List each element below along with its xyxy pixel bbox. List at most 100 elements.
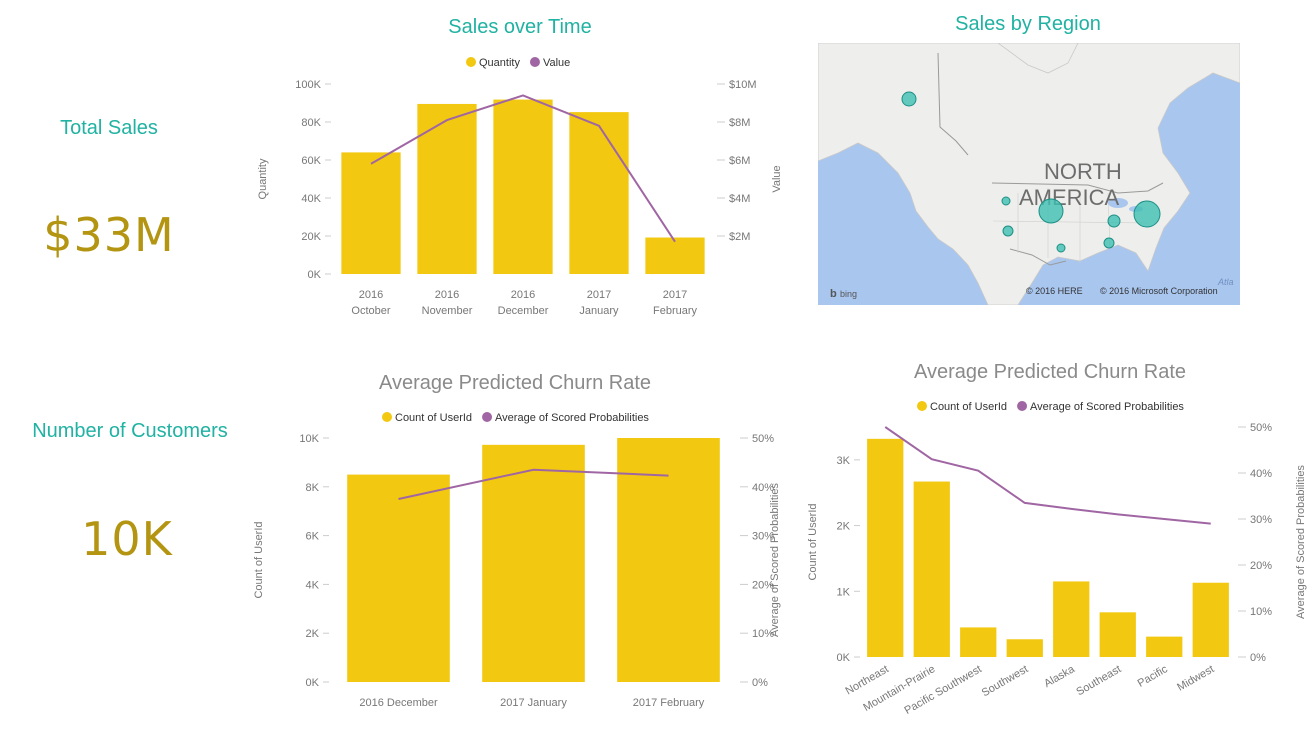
y2-axis-title: Average of Scored Probabilities (1295, 465, 1307, 619)
bar-1[interactable] (913, 481, 950, 657)
y-tick-label: 0K (308, 269, 322, 281)
legend-marker-1 (482, 412, 493, 422)
x-tick-label: 2016 (435, 289, 459, 301)
y-tick-label: 8K (306, 482, 320, 494)
region-bubble-northeast[interactable] (1133, 200, 1161, 228)
y2-tick-label: 50% (752, 433, 774, 445)
y-tick-label: 20K (301, 231, 321, 243)
x-tick-label: November (422, 305, 473, 317)
legend-label-1: Average of Scored Probabilities (1030, 401, 1184, 413)
bar-2[interactable] (960, 627, 997, 657)
x-tick-label: December (498, 305, 549, 317)
churn-by-region-title: Average Predicted Churn Rate (913, 361, 1186, 383)
total-sales-title: Total Sales (60, 117, 158, 139)
y2-tick-label: 50% (1250, 422, 1272, 434)
sales-over-time-title: Sales over Time (448, 16, 592, 38)
y2-tick-label: 10% (1250, 606, 1272, 618)
x-tick-label: 2017 January (500, 697, 567, 709)
bar-4[interactable] (1053, 581, 1090, 657)
y2-tick-label: $2M (729, 231, 750, 243)
legend-marker-0 (382, 412, 392, 422)
customers-value: 10K (81, 512, 173, 566)
sales-by-region-map[interactable]: NORTH AMERICA b bing © 2016 HERE © 2016 … (818, 43, 1240, 305)
y-axis-title: Count of UserId (253, 521, 265, 598)
bar-0[interactable] (347, 474, 450, 682)
x-tick-label: Pacific Southwest (903, 663, 984, 717)
bar-3[interactable] (1006, 639, 1043, 657)
legend-label-1: Average of Scored Probabilities (495, 412, 649, 424)
bar-2[interactable] (493, 99, 553, 274)
y-tick-label: 40K (301, 193, 321, 205)
legend-label-0: Count of UserId (395, 412, 472, 424)
sales-by-region-title: Sales by Region (955, 13, 1101, 35)
x-tick-label: October (351, 305, 390, 317)
y-tick-label: 4K (306, 579, 320, 591)
legend-marker-0 (466, 57, 476, 67)
bar-4[interactable] (645, 237, 705, 274)
region-bubble-pacific-southwest[interactable] (1002, 225, 1014, 237)
region-bubble-midwest[interactable] (1107, 214, 1121, 228)
region-bubble-mountain-prairie[interactable] (1038, 198, 1064, 224)
churn-by-region-chart[interactable]: Count of UserId Average of Scored Probabi… (800, 390, 1308, 730)
x-tick-label: 2017 (663, 289, 687, 301)
x-tick-label: January (579, 305, 619, 317)
bing-label: bing (840, 289, 857, 299)
bar-6[interactable] (1146, 636, 1183, 657)
y-tick-label: 80K (301, 117, 321, 129)
x-tick-label: February (653, 305, 698, 317)
region-bubble-alaska[interactable] (901, 91, 917, 107)
x-tick-label: 2016 (359, 289, 383, 301)
region-bubble-southwest[interactable] (1056, 243, 1066, 253)
bar-1[interactable] (417, 103, 477, 274)
y2-tick-label: 20% (1250, 560, 1272, 572)
y2-tick-label: $4M (729, 193, 750, 205)
y2-tick-label: 0% (752, 677, 768, 689)
legend-marker-0 (917, 401, 927, 411)
y-tick-label: 2K (306, 628, 320, 640)
bar-1[interactable] (482, 444, 585, 682)
y-tick-label: 60K (301, 155, 321, 167)
x-tick-label: 2017 February (633, 697, 705, 709)
legend-label-0: Count of UserId (930, 401, 1007, 413)
map-label-north: NORTH (1044, 159, 1122, 184)
y2-axis-title: Value (771, 165, 783, 192)
x-tick-label: 2016 (511, 289, 535, 301)
x-tick-label: Midwest (1175, 663, 1216, 694)
legend-label-0: Quantity (479, 57, 520, 69)
region-bubble-southeast[interactable] (1103, 237, 1115, 249)
legend-label-1: Value (543, 57, 570, 69)
y2-tick-label: 40% (1250, 468, 1272, 480)
copyright-microsoft: © 2016 Microsoft Corporation (1100, 286, 1218, 296)
y-tick-label: 1K (837, 586, 851, 598)
churn-by-month-chart[interactable]: Count of UserId Average of Scored Probabi… (250, 400, 790, 718)
customers-title: Number of Customers (32, 420, 228, 442)
y-tick-label: 100K (295, 79, 321, 91)
y2-tick-label: $8M (729, 117, 750, 129)
x-tick-label: Pacific (1136, 663, 1170, 690)
region-bubble-pacific[interactable] (1001, 196, 1011, 206)
y2-tick-label: $6M (729, 155, 750, 167)
legend-marker-1 (529, 57, 540, 67)
y-tick-label: 6K (306, 531, 320, 543)
y2-tick-label: 0% (1250, 652, 1266, 664)
bar-3[interactable] (569, 112, 629, 275)
bar-7[interactable] (1192, 582, 1229, 657)
y-tick-label: 2K (837, 521, 851, 533)
churn-by-month-title: Average Predicted Churn Rate (378, 372, 651, 394)
bar-0[interactable] (341, 152, 401, 274)
y2-axis-title: Average of Scored Probabilities (769, 483, 781, 637)
x-tick-label: 2016 December (359, 697, 438, 709)
bing-logo-icon: b (830, 288, 837, 300)
y-tick-label: 0K (837, 652, 851, 664)
x-tick-label: Southwest (980, 663, 1030, 699)
x-tick-label: 2017 (587, 289, 611, 301)
y-tick-label: 10K (299, 433, 319, 445)
bar-0[interactable] (867, 438, 904, 657)
bar-5[interactable] (1099, 612, 1136, 657)
y2-tick-label: 30% (1250, 514, 1272, 526)
map-label-america: AMERICA (1019, 185, 1120, 210)
ocean-label: Atla (1217, 277, 1234, 287)
sales-over-time-chart[interactable]: Quantity Value 0K 20K 40K 60K 80K 100K $2M $4M $6M… (250, 44, 790, 330)
y-tick-label: 3K (837, 455, 851, 467)
y-tick-label: 0K (306, 677, 320, 689)
